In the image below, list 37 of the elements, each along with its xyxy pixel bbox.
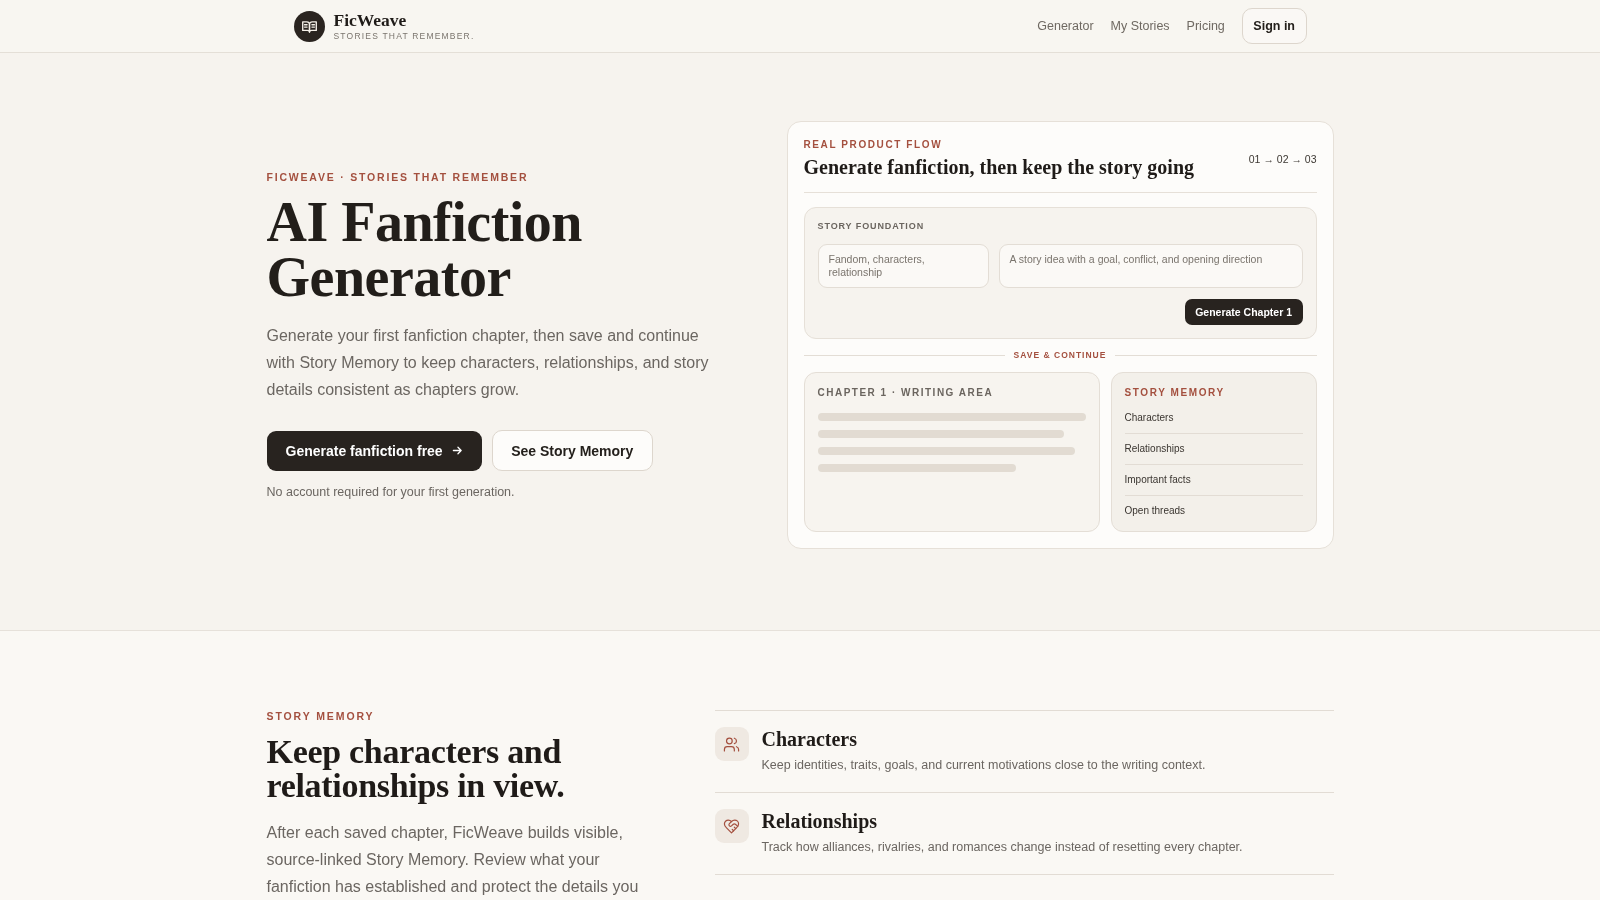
- hero-title: AI Fanfiction Generator: [266, 194, 583, 305]
- nav-link[interactable]: Generator: [1037, 18, 1094, 34]
- feature-description: Track how alliances, rivalries, and romances change instead of resetting every chapter.: [761, 839, 1243, 856]
- nav-link[interactable]: Pricing: [1186, 18, 1225, 34]
- input-field[interactable]: A story idea with a goal, conflict, and opening direction: [998, 244, 1303, 288]
- eyebrow-label: FICWEAVE · STORIES THAT REMEMBER: [266, 169, 529, 184]
- card-title: Generate fanfiction, then keep the story going: [803, 155, 1194, 180]
- hero-description: Generate your first fanfiction chapter, then save and continue with Story Memory to keep characters, relationships, and story details consistent as chapters grow.: [266, 325, 710, 400]
- input-field[interactable]: Fandom, characters, relationship: [817, 244, 989, 288]
- divider-label: SAVE & CONTINUE: [1013, 349, 1107, 362]
- memory-item: Characters: [1124, 403, 1303, 434]
- brand-name: FicWeave: [333, 10, 408, 30]
- sign-in-button[interactable]: Sign in: [1241, 8, 1307, 44]
- feature-description: Keep identities, traits, goals, and current motivations close to the writing context.: [761, 757, 1206, 774]
- panel-label: STORY MEMORY: [1124, 386, 1226, 400]
- section-description: After each saved chapter, FicWeave builds visible, source-linked Story Memory. Review what your fanfiction has established and protect the details you: [266, 823, 640, 897]
- panel-label: CHAPTER 1 · WRITING AREA: [817, 386, 995, 400]
- section-title: Keep characters and relationships in view.: [266, 735, 566, 803]
- book-icon: [293, 10, 325, 42]
- memory-item: Open threads: [1124, 504, 1187, 518]
- feature-title: Characters: [761, 727, 859, 751]
- generate-chapter-button[interactable]: Generate Chapter 1: [1184, 299, 1303, 325]
- story-memory-button[interactable]: See Story Memory: [491, 430, 653, 472]
- brand-tagline: STORIES THAT REMEMBER.: [333, 30, 475, 42]
- nav-link[interactable]: My Stories: [1110, 18, 1170, 34]
- step-sequence: 01 → 02 → 03: [1248, 152, 1317, 166]
- feature-title: Relationships: [761, 809, 879, 833]
- panel-label: STORY FOUNDATION: [817, 220, 926, 232]
- heart-icon: [714, 809, 749, 843]
- card-eyebrow: REAL PRODUCT FLOW: [803, 138, 944, 152]
- generate-button[interactable]: Generate fanfiction free: [266, 430, 482, 471]
- people-icon: [714, 727, 749, 761]
- memory-item: Important facts: [1124, 465, 1303, 496]
- arrow-right-icon: [451, 445, 463, 457]
- memory-item: Relationships: [1124, 434, 1303, 465]
- eyebrow-label: STORY MEMORY: [266, 709, 376, 723]
- hero-note: No account required for your first generation.: [266, 484, 515, 501]
